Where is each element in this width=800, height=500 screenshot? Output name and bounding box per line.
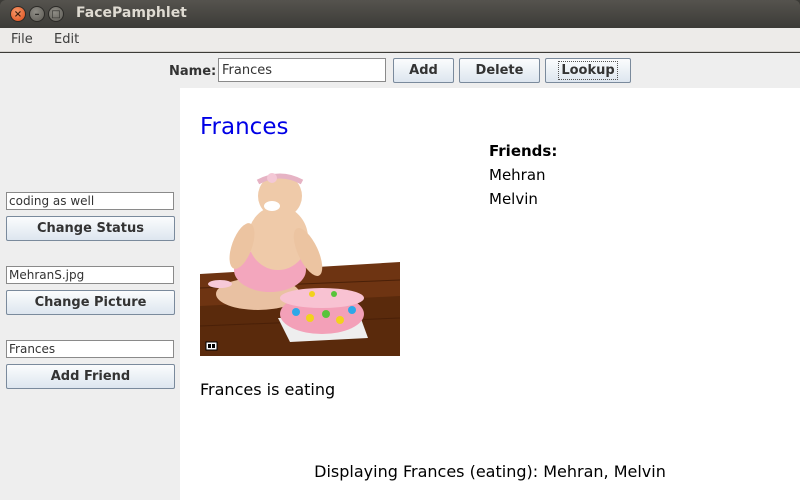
change-picture-button[interactable]: Change Picture	[6, 290, 175, 315]
change-status-button[interactable]: Change Status	[6, 216, 175, 241]
name-label: Name:	[169, 64, 217, 79]
friend-item: Mehran	[489, 166, 546, 184]
maximize-icon[interactable]: □	[48, 6, 64, 22]
display-message: Displaying Frances (eating): Mehran, Mel…	[314, 462, 666, 481]
add-button[interactable]: Add	[393, 58, 454, 83]
profile-photo	[200, 166, 400, 356]
profile-name: Frances	[200, 114, 289, 140]
picture-input[interactable]	[6, 266, 174, 284]
main-content: Name: Add Delete Lookup Change Status Ch…	[0, 53, 800, 500]
add-friend-button[interactable]: Add Friend	[6, 364, 175, 389]
menu-file[interactable]: File	[11, 32, 33, 47]
minimize-icon[interactable]: –	[29, 6, 45, 22]
name-input[interactable]	[218, 58, 386, 82]
status-input[interactable]	[6, 192, 174, 210]
close-icon[interactable]: ×	[10, 6, 26, 22]
profile-canvas: Frances Friends: Mehran Melvin Frances i…	[180, 88, 800, 500]
lookup-button-label: Lookup	[558, 61, 618, 80]
window-title: FacePamphlet	[76, 5, 187, 21]
menu-edit[interactable]: Edit	[54, 32, 79, 47]
delete-button[interactable]: Delete	[459, 58, 540, 83]
profile-status: Frances is eating	[200, 380, 336, 399]
menu-bar: File Edit	[0, 28, 800, 52]
friend-item: Melvin	[489, 190, 538, 208]
title-bar: × – □ FacePamphlet	[0, 0, 800, 28]
friends-heading: Friends:	[489, 142, 558, 160]
friend-input[interactable]	[6, 340, 174, 358]
lookup-button[interactable]: Lookup	[545, 58, 631, 83]
